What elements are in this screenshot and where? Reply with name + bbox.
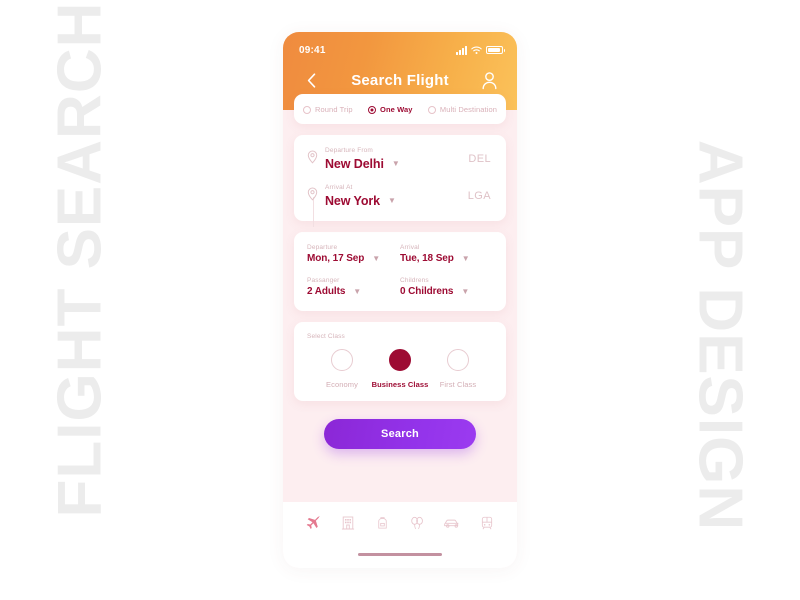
user-profile-icon[interactable] [478, 69, 500, 91]
childrens-value: 0 Childrens [400, 286, 454, 297]
chevron-down-icon[interactable]: ▼ [372, 254, 380, 263]
status-icons [456, 45, 505, 55]
hotel-icon [341, 516, 354, 530]
nav-bar: Search Flight [283, 60, 517, 91]
class-option-economy[interactable]: Economy [313, 349, 371, 389]
trip-type-one-way[interactable]: One Way [368, 105, 413, 114]
select-class-label: Select Class [307, 333, 345, 340]
departure-from-row[interactable]: Departure From New Delhi ▼ DEL [307, 147, 493, 171]
chevron-down-icon[interactable]: ▼ [388, 197, 396, 205]
class-option-label: Economy [326, 380, 358, 389]
trip-type-round-trip[interactable]: Round Trip [303, 105, 353, 114]
arrival-at-row[interactable]: Arrival At New York ▼ LGA [307, 184, 493, 208]
class-option-first-class[interactable]: First Class [429, 349, 487, 389]
form-body: Round Trip One Way Multi Destination Dep… [283, 94, 517, 469]
bottom-tab-bar [283, 502, 517, 568]
trip-type-label: Round Trip [315, 105, 353, 114]
arrival-date-field[interactable]: Arrival Tue, 18 Sep ▼ [400, 244, 493, 264]
departure-date-field[interactable]: Departure Mon, 17 Sep ▼ [307, 244, 400, 264]
route-card: Departure From New Delhi ▼ DEL Arrival A… [294, 135, 506, 227]
taxi-icon [444, 519, 459, 528]
location-pin-icon [307, 147, 321, 169]
radio-circle-icon [331, 349, 353, 371]
status-bar: 09:41 [283, 32, 517, 60]
arrival-city-value: New York [325, 194, 381, 208]
chevron-down-icon[interactable]: ▼ [392, 160, 400, 168]
tab-backpack[interactable] [370, 512, 396, 534]
trip-type-multi-destination[interactable]: Multi Destination [427, 105, 497, 114]
trip-type-label: Multi Destination [439, 105, 497, 114]
page-title: Search Flight [351, 71, 449, 89]
tab-taxi[interactable] [439, 512, 465, 534]
chevron-down-icon[interactable]: ▼ [353, 287, 361, 296]
passenger-label: Passanger [307, 277, 340, 284]
plane-icon [306, 515, 320, 529]
trip-type-label: One Way [380, 105, 413, 114]
tab-items [300, 512, 500, 534]
battery-icon [486, 46, 505, 54]
search-button-wrap: Search [294, 419, 506, 469]
search-button[interactable]: Search [324, 419, 476, 449]
tab-hotels[interactable] [335, 512, 361, 534]
tab-balloons[interactable] [404, 512, 430, 534]
departure-city-value: New Delhi [325, 157, 384, 171]
select-class-card: Select Class Economy Business Class Firs… [294, 322, 506, 401]
train-icon [481, 516, 493, 530]
chevron-down-icon[interactable]: ▼ [462, 254, 470, 263]
departure-date-value: Mon, 17 Sep [307, 253, 365, 264]
departure-date-label: Departure [307, 244, 338, 251]
watermark-right: APP DESIGN [685, 139, 755, 532]
departure-from-label: Departure From [325, 147, 373, 154]
class-options: Economy Business Class First Class [307, 349, 493, 389]
wifi-icon [471, 46, 482, 54]
class-option-label: First Class [439, 380, 477, 389]
status-time: 09:41 [299, 44, 326, 56]
departure-airport-code: DEL [468, 153, 491, 165]
balloons-icon [411, 516, 424, 530]
tab-train[interactable] [474, 512, 500, 534]
arrival-airport-code: LGA [467, 190, 491, 202]
class-option-label: Business Class [371, 380, 429, 389]
radio-circle-icon [427, 105, 436, 114]
watermark-left: FLIGHT SEARCH [45, 1, 115, 518]
class-option-business-class[interactable]: Business Class [371, 349, 429, 389]
radio-circle-icon [447, 349, 469, 371]
signal-bars-icon [456, 45, 467, 55]
chevron-down-icon[interactable]: ▼ [461, 287, 469, 296]
home-indicator [358, 553, 442, 556]
childrens-label: Childrens [400, 277, 429, 284]
childrens-field[interactable]: Childrens 0 Childrens ▼ [400, 277, 493, 297]
tab-flights[interactable] [300, 512, 326, 534]
radio-circle-selected-icon [389, 349, 411, 371]
arrival-at-label: Arrival At [325, 184, 353, 191]
back-chevron-icon[interactable] [300, 69, 322, 91]
radio-circle-selected-icon [368, 105, 377, 114]
arrival-date-value: Tue, 18 Sep [400, 253, 454, 264]
trip-type-card: Round Trip One Way Multi Destination [294, 94, 506, 124]
arrival-date-label: Arrival [400, 244, 420, 251]
radio-circle-icon [303, 105, 311, 114]
passenger-field[interactable]: Passanger 2 Adults ▼ [307, 277, 400, 297]
passenger-value: 2 Adults [307, 286, 346, 297]
dates-passengers-card: Departure Mon, 17 Sep ▼ Arrival Tue, 18 … [294, 232, 506, 311]
location-pin-icon [307, 184, 321, 206]
backpack-icon [378, 517, 387, 529]
phone-mockup: 09:41 Search Flight Round Trip One Way M… [283, 32, 517, 568]
